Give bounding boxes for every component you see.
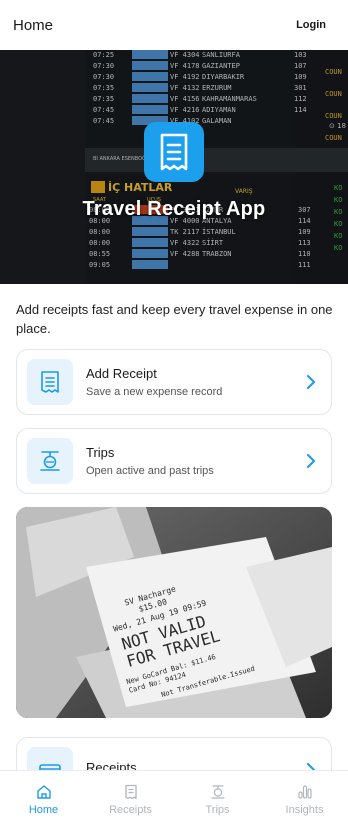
bottom-tab-bar: Home Receipts Trips Insights — [0, 770, 348, 840]
card-title: Add Receipt — [86, 366, 157, 381]
intro-text: Add receipts fast and keep every travel … — [16, 302, 333, 336]
page-title: Home — [13, 16, 54, 34]
tab-label: Insights — [285, 804, 324, 816]
receipt-icon — [124, 784, 137, 800]
top-bar: Home Login — [0, 0, 348, 50]
tab-insights[interactable]: Insights — [261, 771, 348, 840]
tab-label: Receipts — [109, 804, 152, 816]
tab-receipts[interactable]: Receipts — [87, 771, 174, 840]
login-button[interactable]: Login — [296, 19, 335, 31]
card-subtitle: Open active and past trips — [86, 465, 214, 477]
trips-card[interactable]: Trips Open active and past trips — [16, 428, 332, 494]
app-title: Travel Receipt App — [82, 198, 266, 220]
hero-banner: 07:25 VF 4304 SANLIURFA 103 07:30 VF 4178 GAZI… — [0, 50, 348, 284]
card-subtitle: Save a new expense record — [86, 386, 223, 398]
receipt-icon — [27, 359, 73, 405]
card-title: Trips — [86, 445, 115, 460]
receipt-logo-icon — [144, 122, 204, 182]
chevron-right-icon — [301, 451, 321, 471]
chevron-right-icon — [301, 372, 321, 392]
receipts-photo: SV Nacharge $15.00 Wed, 21 Aug 19 09:59 … — [16, 507, 332, 718]
luggage-icon — [27, 438, 73, 484]
luggage-icon — [210, 785, 225, 799]
tab-label: Home — [28, 804, 59, 816]
bar-chart-icon — [297, 785, 312, 799]
tab-label: Trips — [205, 804, 230, 816]
home-icon — [36, 785, 51, 799]
add-receipt-card[interactable]: Add Receipt Save a new expense record — [16, 349, 332, 415]
tab-trips[interactable]: Trips — [174, 771, 261, 840]
tab-home[interactable]: Home — [0, 771, 87, 840]
